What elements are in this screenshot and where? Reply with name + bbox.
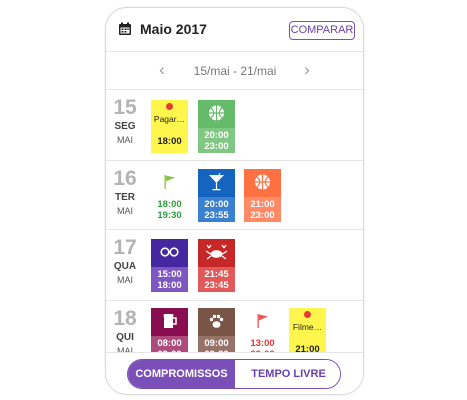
day-row: 16 TER MAI 18:00 19:30 20:00 23:55 21:00… [106,161,363,230]
note-time: 18:00 [157,136,182,147]
event-times: 20:00 23:00 [198,128,235,153]
flag-icon [151,169,188,197]
chevron-left-icon[interactable]: ‹ [153,60,171,80]
event-tile[interactable]: 20:00 23:55 [198,169,235,222]
day-month: MAI [116,206,133,216]
event-end: 23:00 [250,210,275,221]
event-times: 21:00 23:00 [244,197,281,222]
day-month: MAI [116,275,133,285]
day-weekday: QUA [113,261,137,272]
beer-icon [151,308,188,336]
basketball-icon [244,169,281,197]
event-end: 23:45 [204,280,229,291]
cocktail-icon [198,169,235,197]
note-title: Pagar… [153,114,186,124]
crab-icon [198,239,235,267]
day-month: MAI [116,135,133,145]
event-end: 23:00 [204,141,229,152]
day-weekday: QUI [116,332,134,343]
event-tile[interactable]: 15:00 18:00 [151,239,188,292]
note-event[interactable]: Pagar… 18:00 [151,100,188,153]
event-start: 18:00 [157,199,182,210]
note-title: Filme… [292,322,323,332]
day-number: 16 [113,167,137,190]
event-start: 20:00 [204,130,229,141]
day-row: 15 SEG MAI Pagar… 18:00 20:00 23:00 [106,90,363,161]
day-number: 18 [113,307,137,330]
event-start: 20:00 [204,199,229,210]
event-end: 18:00 [157,280,182,291]
app-header: Maio 2017 COMPARAR [106,8,363,52]
event-times: 20:00 23:55 [198,197,235,222]
basketball-icon [198,100,235,128]
chevron-right-icon[interactable]: › [298,60,316,80]
glasses-icon [151,239,188,267]
calendar-icon [119,22,131,35]
compare-button[interactable]: COMPARAR [289,21,355,40]
event-tile[interactable]: 20:00 23:00 [198,100,235,153]
month-title[interactable]: Maio 2017 [140,21,207,37]
day-number: 15 [113,96,137,119]
pin-icon [166,103,173,110]
day-weekday: TER [115,192,135,203]
day-weekday: SEG [114,121,136,132]
day-number: 17 [113,236,137,259]
event-times: 18:00 19:30 [151,197,188,222]
event-start: 15:00 [157,269,182,280]
event-times: 15:00 18:00 [151,267,188,292]
event-start: 09:00 [204,338,229,349]
week-navigator: ‹ 15/mai - 21/mai › [106,52,363,90]
event-tile[interactable]: 21:45 23:45 [198,239,235,292]
pin-icon [304,311,311,318]
day-row: 17 QUA MAI 15:00 18:00 21:45 23:45 [106,230,363,301]
event-end: 23:55 [204,210,229,221]
phone-frame: Maio 2017 COMPARAR ‹ 15/mai - 21/mai › 1… [105,7,364,395]
event-times: 21:45 23:45 [198,267,235,292]
week-range: 15/mai - 21/mai [193,64,277,78]
event-start: 08:00 [157,338,182,349]
compromissos-tab[interactable]: COMPROMISSOS [128,360,235,388]
event-start: 13:00 [250,338,275,349]
event-start: 21:45 [204,269,229,280]
view-toggle: COMPROMISSOS TEMPO LIVRE [127,359,341,389]
event-end: 19:30 [157,210,182,221]
view-switcher-bar: COMPROMISSOS TEMPO LIVRE [106,352,363,394]
flag-icon [244,308,281,336]
tempo-livre-tab[interactable]: TEMPO LIVRE [235,360,340,388]
event-tile[interactable]: 18:00 19:30 [151,169,188,222]
event-start: 21:00 [250,199,275,210]
event-tile[interactable]: 21:00 23:00 [244,169,281,222]
paw-icon [198,308,235,336]
